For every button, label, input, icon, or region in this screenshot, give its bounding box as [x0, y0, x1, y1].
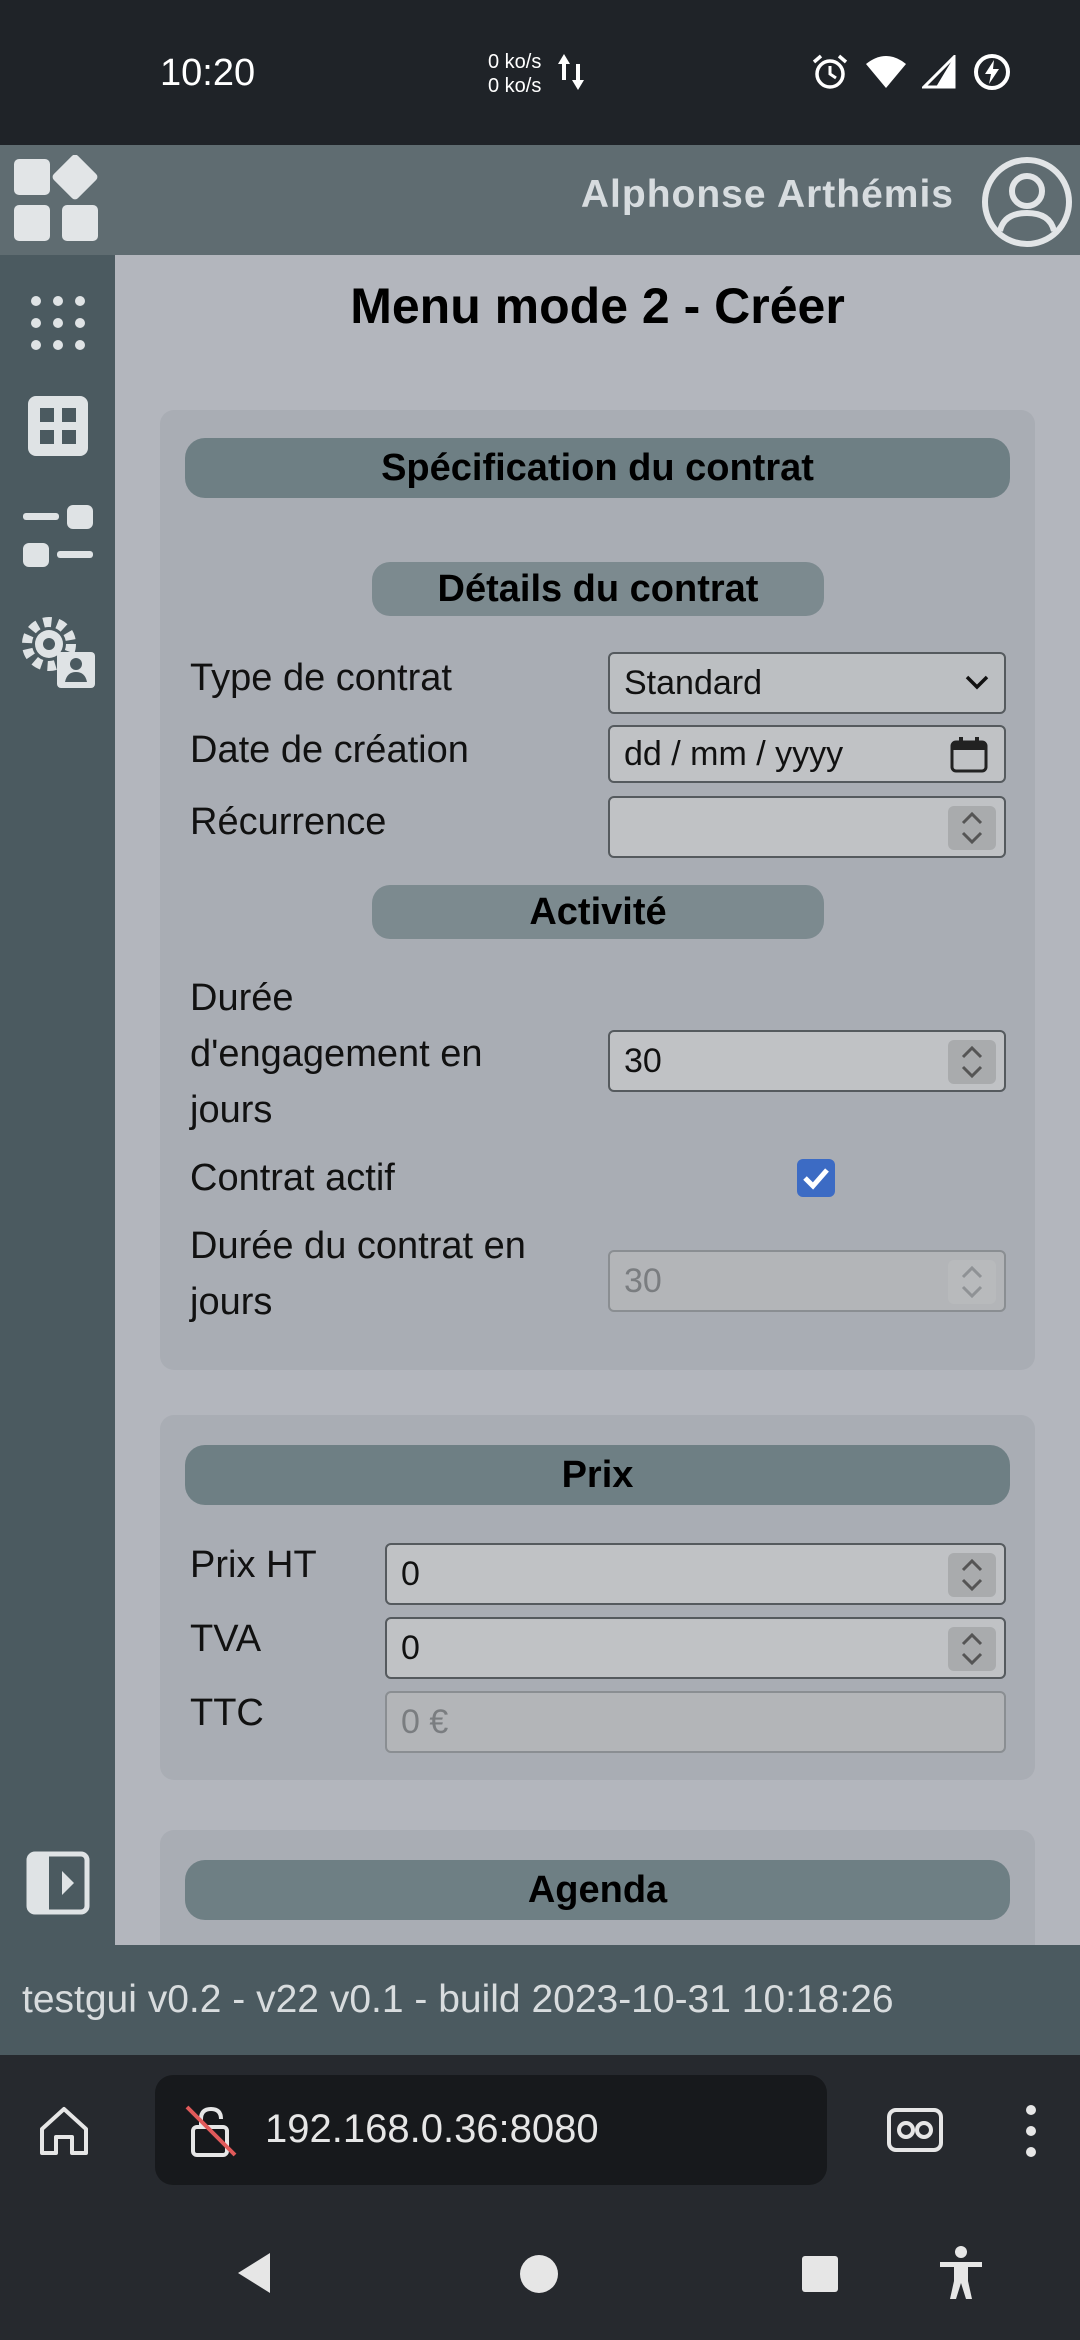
tva-stepper[interactable] [948, 1627, 996, 1671]
calendar-icon[interactable] [950, 737, 988, 773]
ttc-value: 0 € [401, 1703, 449, 1741]
contract-spec-card: Spécification du contrat Détails du cont… [160, 410, 1035, 1370]
main-content: Menu mode 2 - Créer Spécification du con… [115, 255, 1080, 1945]
chevron-down-icon [965, 675, 989, 690]
status-bar: 10:20 0 ko/s 0 ko/s [0, 0, 1080, 145]
user-avatar-icon[interactable] [982, 157, 1072, 247]
incognito-tabs-icon[interactable] [886, 2107, 944, 2153]
stepper-arrows-icon [961, 1045, 983, 1079]
engagement-stepper[interactable] [948, 1040, 996, 1084]
section-header-contract-spec: Spécification du contrat [185, 438, 1010, 498]
toggle-list-icon [23, 505, 93, 567]
insecure-lock-icon[interactable] [183, 2103, 239, 2159]
sidebar-item-apps[interactable] [20, 285, 96, 361]
date-placeholder: dd / mm / yyyy [624, 735, 844, 773]
stepper-arrows-icon [961, 811, 983, 845]
more-menu-icon[interactable] [1024, 2103, 1038, 2159]
recurrence-stepper[interactable] [948, 806, 996, 850]
net-up-text: 0 ko/s [488, 51, 542, 73]
duration-label-line1: Durée du contrat en [190, 1225, 526, 1267]
engagement-label-line1: Durée [190, 977, 294, 1019]
section-header-price: Prix [185, 1445, 1010, 1505]
section-header-agenda: Agenda [185, 1860, 1010, 1920]
tva-label: TVA [190, 1618, 262, 1660]
user-name[interactable]: Alphonse Arthémis [581, 173, 954, 217]
duration-label-line2: jours [190, 1281, 273, 1323]
sidebar-item-admin[interactable] [20, 615, 96, 691]
contract-duration-input: 30 [608, 1250, 1006, 1312]
engagement-duration-input[interactable]: 30 [608, 1030, 1006, 1092]
tva-value: 0 [401, 1629, 420, 1667]
checkmark-icon [803, 1168, 829, 1190]
contract-type-value: Standard [624, 664, 762, 702]
ttc-label: TTC [190, 1692, 264, 1734]
subheader-contract-details: Détails du contrat [372, 562, 824, 616]
engagement-label-line2: d'engagement en [190, 1033, 483, 1075]
build-info: testgui v0.2 - v22 v0.1 - build 2023-10-… [22, 1978, 894, 2021]
battery-charging-icon [974, 54, 1010, 90]
engagement-label-line3: jours [190, 1089, 273, 1131]
dashboard-icon [28, 396, 88, 456]
duration-stepper [948, 1260, 996, 1304]
back-icon[interactable] [234, 2251, 274, 2295]
app-header: Alphonse Arthémis [0, 145, 1080, 255]
signal-icon [922, 55, 956, 89]
recurrence-label: Récurrence [190, 801, 387, 843]
sidebar-item-dashboard[interactable] [20, 388, 96, 464]
user-settings-icon [22, 617, 95, 688]
url-bar[interactable]: 192.168.0.36:8080 [155, 2075, 827, 2185]
url-text: 192.168.0.36:8080 [265, 2107, 599, 2151]
page-title: Menu mode 2 - Créer [350, 278, 845, 334]
subheader-activity: Activité [372, 885, 824, 939]
recurrence-input[interactable] [608, 796, 1006, 858]
sidebar-item-settings-list[interactable] [20, 498, 96, 574]
price-card: Prix Prix HT 0 TVA 0 TTC 0 € [160, 1415, 1035, 1780]
date-label: Date de création [190, 729, 469, 771]
app-logo-icon[interactable] [12, 155, 102, 245]
alarm-icon [812, 54, 848, 89]
stepper-arrows-icon [961, 1558, 983, 1592]
stepper-arrows-icon [961, 1632, 983, 1666]
price-ht-label: Prix HT [190, 1544, 317, 1586]
creation-date-input[interactable]: dd / mm / yyyy [608, 725, 1006, 783]
status-time: 10:20 [160, 52, 256, 94]
accessibility-icon[interactable] [936, 2245, 986, 2301]
recents-icon[interactable] [800, 2254, 840, 2294]
home-icon[interactable] [36, 2103, 92, 2159]
network-speed: 0 ko/s 0 ko/s [488, 50, 541, 98]
contract-type-select[interactable]: Standard [608, 652, 1006, 714]
app-footer: testgui v0.2 - v22 v0.1 - build 2023-10-… [0, 1945, 1080, 2055]
price-ht-input[interactable]: 0 [385, 1543, 1006, 1605]
status-icons [810, 52, 1012, 92]
tva-input[interactable]: 0 [385, 1617, 1006, 1679]
agenda-card: Agenda [160, 1830, 1035, 1945]
sidebar [0, 255, 115, 1945]
duration-value: 30 [624, 1262, 662, 1300]
system-nav-bar [0, 2205, 1080, 2340]
browser-toolbar: 192.168.0.36:8080 [0, 2055, 1080, 2205]
wifi-icon [866, 56, 906, 88]
ttc-output: 0 € [385, 1691, 1006, 1753]
stepper-arrows-icon [961, 1265, 983, 1299]
active-checkbox[interactable] [797, 1159, 835, 1197]
price-ht-stepper[interactable] [948, 1553, 996, 1597]
active-label: Contrat actif [190, 1157, 395, 1199]
data-transfer-icon [558, 54, 584, 90]
sidebar-collapse-button[interactable] [20, 1845, 96, 1921]
apps-grid-icon [31, 296, 85, 350]
engagement-value: 30 [624, 1042, 662, 1080]
price-ht-value: 0 [401, 1555, 420, 1593]
home-circle-icon[interactable] [518, 2253, 560, 2295]
type-label: Type de contrat [190, 657, 452, 699]
net-down-text: 0 ko/s [488, 75, 542, 97]
sidebar-collapse-icon [26, 1851, 90, 1915]
